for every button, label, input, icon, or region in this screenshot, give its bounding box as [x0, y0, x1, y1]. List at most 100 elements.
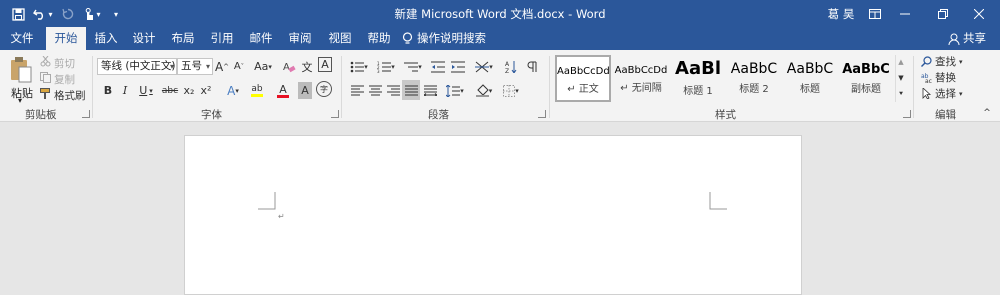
- group-separator: [549, 56, 550, 118]
- redo-icon[interactable]: [58, 4, 78, 24]
- tab-view[interactable]: 视图: [322, 27, 358, 50]
- text-effects-button[interactable]: A ▾: [222, 82, 244, 99]
- character-shading-button[interactable]: A: [298, 82, 312, 99]
- style-no-spacing[interactable]: AaBbCcDd ↵ 无间隔: [613, 55, 669, 102]
- editing-group-label: 编辑: [935, 109, 956, 121]
- select-button[interactable]: 选择 ▾: [921, 86, 963, 101]
- copy-button[interactable]: 复制: [40, 72, 75, 87]
- show-marks-button[interactable]: [524, 58, 540, 75]
- shading-button[interactable]: ▾: [473, 82, 495, 99]
- tab-home[interactable]: 开始: [46, 27, 86, 50]
- tab-file[interactable]: 文件: [4, 27, 40, 50]
- font-size-combo[interactable]: 五号 ▾: [177, 58, 213, 75]
- line-spacing-button[interactable]: ▾: [443, 82, 467, 99]
- lightbulb-icon: [402, 32, 413, 44]
- highlight-icon: ab: [251, 84, 263, 94]
- tab-insert[interactable]: 插入: [88, 27, 124, 50]
- tab-help[interactable]: 帮助: [361, 27, 397, 50]
- strikethrough-button[interactable]: abc: [161, 82, 179, 99]
- collapse-ribbon-icon[interactable]: ^: [980, 107, 994, 119]
- paste-button[interactable]: 粘贴 ▾: [6, 54, 36, 105]
- style-subtitle[interactable]: AaBbC 副标题: [838, 55, 894, 102]
- tab-mailings[interactable]: 邮件: [243, 27, 279, 50]
- enclose-characters-button[interactable]: 字: [316, 81, 332, 97]
- replace-button[interactable]: ab ac 替换: [921, 70, 956, 85]
- tab-review[interactable]: 审阅: [282, 27, 318, 50]
- italic-button[interactable]: I: [118, 82, 132, 99]
- styles-scroll-down-icon[interactable]: ▼: [896, 71, 906, 85]
- touch-mode-icon[interactable]: ▾: [80, 4, 104, 24]
- styles-scroll-up-icon[interactable]: ▲: [896, 55, 906, 69]
- style-heading-2-sample: AaBbC: [730, 61, 778, 77]
- chinese-layout-button[interactable]: ▾: [473, 58, 495, 75]
- share-label: 共享: [963, 31, 986, 45]
- style-heading-1-name: 标题 1: [683, 86, 713, 97]
- font-name-combo[interactable]: 等线 (中文正文) ▾: [97, 58, 177, 75]
- find-button[interactable]: 查找 ▾: [921, 54, 963, 69]
- document-page[interactable]: ↵: [184, 135, 802, 295]
- minimize-icon[interactable]: [892, 0, 918, 27]
- phonetic-guide-button[interactable]: 文: [300, 58, 314, 75]
- cut-button[interactable]: 剪切: [40, 56, 75, 71]
- font-dialog-launcher[interactable]: [331, 110, 339, 118]
- shrink-font-button[interactable]: Aˇ: [232, 58, 246, 75]
- svg-text:ac: ac: [925, 78, 932, 83]
- share-button[interactable]: 共享: [948, 27, 996, 50]
- tab-references[interactable]: 引用: [204, 27, 240, 50]
- borders-button[interactable]: ▾: [500, 82, 522, 99]
- justify-icon: [404, 85, 418, 95]
- save-icon[interactable]: [8, 4, 28, 24]
- shrink-font-icon: A: [233, 61, 241, 72]
- style-heading-2[interactable]: AaBbC 标题 2: [726, 55, 782, 102]
- multilevel-list-button[interactable]: ▾: [401, 58, 425, 75]
- decrease-indent-button[interactable]: [430, 58, 446, 75]
- style-title[interactable]: AaBbC 标题: [782, 55, 838, 102]
- style-normal[interactable]: AaBbCcDd ↵ 正文: [555, 55, 611, 102]
- paragraph-dialog-launcher[interactable]: [538, 110, 546, 118]
- text-effects-icon: A: [227, 83, 236, 98]
- restore-icon[interactable]: [930, 0, 956, 27]
- align-left-button[interactable]: [349, 82, 365, 99]
- format-painter-label: 格式刷: [54, 90, 86, 102]
- select-label: 选择: [935, 88, 956, 100]
- clipboard-dialog-launcher[interactable]: [82, 110, 90, 118]
- tell-me-search[interactable]: 操作说明搜索: [402, 27, 490, 50]
- style-heading-1[interactable]: AaBl 标题 1: [670, 55, 726, 102]
- align-right-icon: [386, 85, 400, 96]
- distributed-icon: [423, 85, 437, 96]
- grow-font-button[interactable]: A ^: [215, 58, 229, 75]
- character-border-button[interactable]: A: [318, 57, 332, 72]
- chinese-layout-icon: [475, 61, 490, 72]
- tab-design[interactable]: 设计: [126, 27, 162, 50]
- styles-more-icon[interactable]: ⯆: [896, 87, 906, 101]
- change-case-button[interactable]: Aa ▾: [252, 58, 274, 75]
- underline-button[interactable]: U ▾: [135, 82, 157, 99]
- title-bar: ▾ ▾ ▾ 新建 Microsoft Word 文档.docx - Word 葛…: [0, 0, 1000, 27]
- justify-button[interactable]: [402, 80, 420, 100]
- bullets-button[interactable]: ▾: [347, 58, 371, 75]
- clear-formatting-button[interactable]: A: [282, 58, 296, 75]
- close-icon[interactable]: [966, 0, 992, 27]
- copy-icon: [40, 72, 51, 83]
- align-right-button[interactable]: [385, 82, 401, 99]
- customize-qat-icon[interactable]: ▾: [106, 4, 126, 24]
- numbering-icon: 123: [377, 61, 392, 73]
- align-center-button[interactable]: [367, 82, 383, 99]
- ribbon-display-options-icon[interactable]: [862, 0, 888, 27]
- account-name[interactable]: 葛 昊: [826, 0, 856, 27]
- subscript-button[interactable]: x₂: [182, 82, 196, 99]
- tab-layout[interactable]: 布局: [165, 27, 201, 50]
- undo-icon[interactable]: ▾: [30, 4, 56, 24]
- increase-indent-button[interactable]: [450, 58, 466, 75]
- clipboard-group-label: 剪贴板: [25, 109, 57, 121]
- styles-dialog-launcher[interactable]: [903, 110, 911, 118]
- numbering-button[interactable]: 1 2 3 ▾: [374, 58, 398, 75]
- superscript-button[interactable]: x²: [199, 82, 213, 99]
- scissors-icon: [40, 56, 51, 67]
- font-color-button[interactable]: A: [272, 82, 294, 99]
- highlight-button[interactable]: ab: [246, 82, 268, 99]
- sort-button[interactable]: AZ: [503, 58, 519, 75]
- format-painter-button[interactable]: 格式刷: [40, 88, 86, 103]
- bold-button[interactable]: B: [101, 82, 115, 99]
- distributed-button[interactable]: [422, 82, 438, 99]
